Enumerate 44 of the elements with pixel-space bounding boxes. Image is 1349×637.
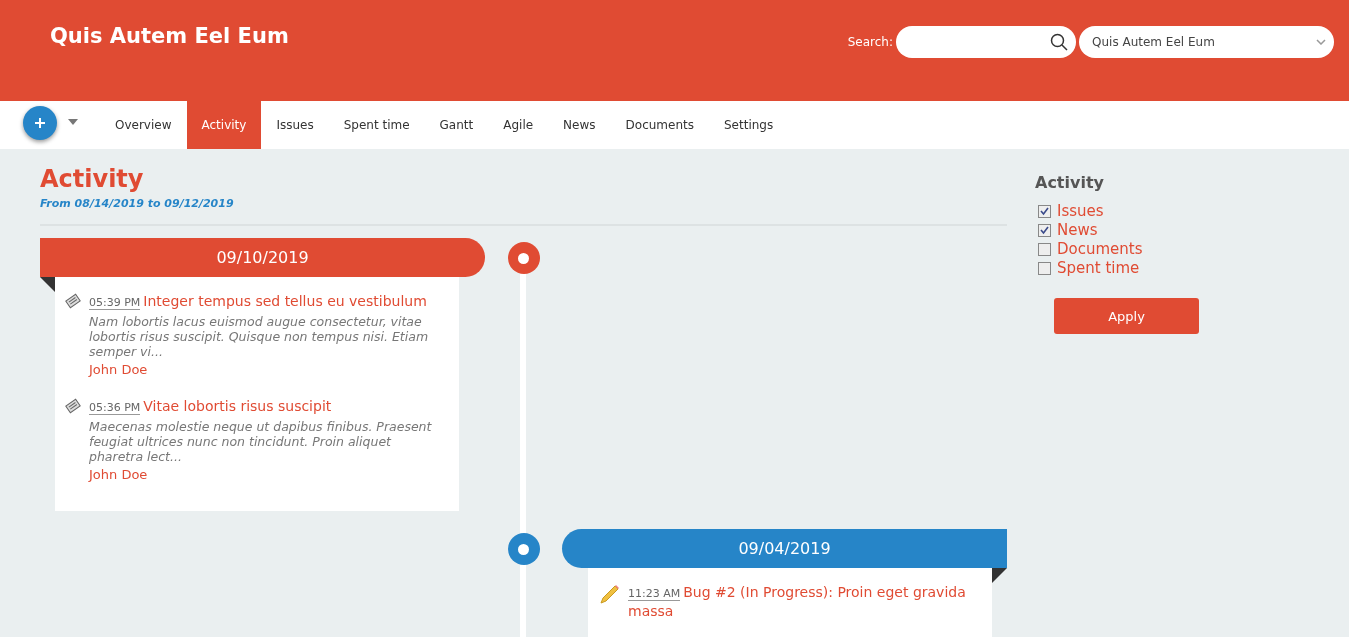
entry-heading[interactable]: 11:23 AM Bug #2 (In Progress): Proin eget gravida massa [628,582,978,620]
project-title: Quis Autem Eel Eum [50,24,289,48]
nav-tab[interactable]: Spent time [328,101,425,149]
nav-tab[interactable]: Documents [610,101,709,149]
filter-label[interactable]: Spent time [1057,259,1140,278]
fold-corner-icon [992,568,1007,583]
nav-tab[interactable]: Gantt [424,101,489,149]
author-link[interactable]: John Doe [89,467,148,482]
nav-tab[interactable]: Issues [261,101,329,149]
nav-tab[interactable]: Settings [708,101,789,149]
filter-checkbox[interactable] [1038,224,1051,237]
pencil-icon [598,584,620,606]
timeline-dot [507,242,540,274]
project-dropdown[interactable]: Quis Autem Eel Eum [1079,26,1334,58]
nav-tab[interactable]: Overview [100,101,187,149]
plus-icon [34,117,46,129]
search-field[interactable] [896,26,1076,58]
add-button[interactable] [23,106,57,140]
entry-heading[interactable]: 05:36 PM Vitae lobortis risus suscipit [89,396,445,415]
date-range: From 08/14/2019 to 09/12/2019 [40,197,235,210]
search-icon[interactable] [1050,33,1068,51]
entry-heading[interactable]: 05:39 PM Integer tempus sed tellus eu vestibulum [89,291,445,310]
page-title: Activity [40,165,145,193]
nav-tab[interactable]: Agile [488,101,549,149]
filter-checkbox[interactable] [1038,262,1051,275]
timeline-dot [507,533,540,565]
date-banner: 09/04/2019 [562,529,1007,568]
caret-icon[interactable] [68,119,78,125]
sidebar-title: Activity [1035,173,1105,192]
fold-corner-icon [40,277,55,292]
chevron-icon [1316,39,1326,45]
filter-label[interactable]: Issues [1057,202,1104,221]
nav-tab[interactable]: News [548,101,611,149]
entry-description: Maecenas molestie neque ut dapibus finibus. Praesent feugiat ultrices nunc non tincidunt. Proin aliquet pharetra lect... [89,419,433,464]
nav-tab[interactable]: Activity [186,101,262,149]
date-banner: 09/10/2019 [40,238,485,277]
filter-label[interactable]: Documents [1057,240,1143,259]
filter-label[interactable]: News [1057,221,1098,240]
apply-button[interactable]: Apply [1054,298,1199,334]
filter-checkbox[interactable] [1038,205,1051,218]
entry-description: Nam lobortis lacus euismod augue consectetur, vitae lobortis risus suscipit. Quisque non tempus nisi. Etiam semper vi... [89,314,430,359]
search-label: Search: [847,35,893,49]
author-link[interactable]: John Doe [89,362,148,377]
filter-checkbox[interactable] [1038,243,1051,256]
